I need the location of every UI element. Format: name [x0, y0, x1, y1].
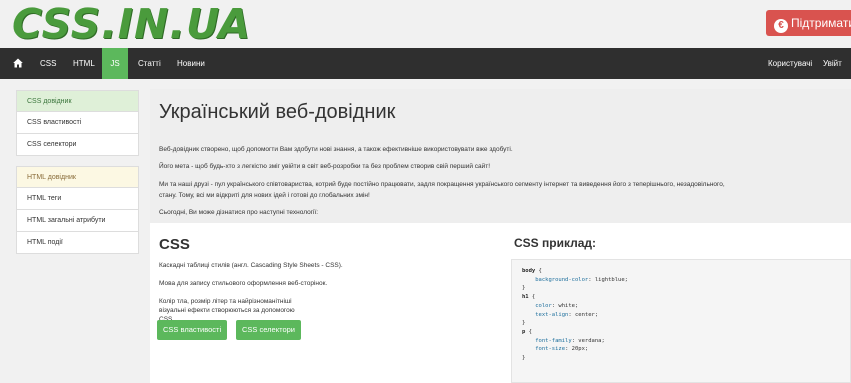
code-line: body {: [522, 268, 542, 274]
nav-login[interactable]: Увійт: [823, 48, 842, 79]
intro-panel: Український веб-довідник Веб-довідник ст…: [150, 89, 851, 223]
code-line: font-size: 20px;: [535, 346, 589, 353]
code-line: }: [522, 285, 526, 292]
site-logo[interactable]: CSS.IN.UA: [12, 2, 251, 46]
nav-users[interactable]: Користувачі: [768, 48, 812, 79]
css-properties-button[interactable]: CSS властивості: [157, 320, 228, 340]
nav-html[interactable]: HTML: [73, 48, 95, 79]
intro-paragraph: стану. Тому, всі ми відкриті для нових і…: [159, 192, 370, 199]
sidebar-item-html-events[interactable]: HTML події: [16, 232, 139, 254]
intro-paragraph: Веб-довідник створено, щоб допомогти Вам…: [159, 146, 513, 153]
euro-icon: €: [774, 19, 788, 33]
support-label: Підтримати: [791, 16, 851, 30]
sidebar: CSS довідник CSS властивості CSS селекто…: [16, 90, 139, 254]
sidebar-item-css-properties[interactable]: CSS властивості: [16, 112, 139, 134]
code-line: h1 {: [522, 294, 536, 301]
sidebar-item-html-tags[interactable]: HTML теги: [16, 188, 139, 210]
support-button[interactable]: € Підтримати: [766, 10, 851, 36]
intro-paragraph: Ми та наші друзі - пул українського спів…: [159, 181, 725, 188]
section-paragraph: Мова для запису стильового оформлення ве…: [159, 280, 328, 287]
nav-css[interactable]: CSS: [40, 48, 56, 79]
code-example: body { background-color: lightblue;} h1 {…: [511, 259, 851, 383]
nav-js[interactable]: JS: [102, 48, 128, 79]
code-line: text-align: center;: [535, 311, 599, 318]
nav-news[interactable]: Новини: [177, 48, 205, 79]
nav-articles[interactable]: Статті: [138, 48, 161, 79]
section-paragraph: Каскадні таблиці стилів (англ. Cascading…: [159, 262, 343, 269]
main-navbar: CSS HTML JS Статті Новини Користувачі Ув…: [0, 48, 851, 79]
code-line: }: [522, 355, 526, 362]
example-title: CSS приклад:: [514, 236, 597, 250]
section-title: CSS: [159, 236, 190, 253]
sidebar-heading-css[interactable]: CSS довідник: [16, 90, 139, 112]
sidebar-item-css-selectors[interactable]: CSS селектори: [16, 134, 139, 156]
code-line: }: [522, 320, 526, 327]
top-header: CSS.IN.UA € Підтримати: [0, 0, 851, 48]
code-line: font-family: verdana;: [535, 337, 605, 344]
home-icon[interactable]: [13, 58, 23, 68]
page-title: Український веб-довідник: [159, 101, 396, 123]
css-selectors-button[interactable]: CSS селектори: [236, 320, 301, 340]
sidebar-heading-html[interactable]: HTML довідник: [16, 166, 139, 188]
code-line: p {: [522, 328, 532, 335]
intro-paragraph: Його мета - щоб будь-хто з легкістю зміг…: [159, 163, 491, 170]
code-line: background-color: lightblue;: [535, 276, 628, 283]
main-content: Український веб-довідник Веб-довідник ст…: [150, 89, 851, 383]
code-line: color: white;: [535, 302, 579, 309]
intro-paragraph: Сьогодні, Ви може дізнатися про наступні…: [159, 209, 319, 216]
sidebar-item-html-attributes[interactable]: HTML загальні атрибути: [16, 210, 139, 232]
